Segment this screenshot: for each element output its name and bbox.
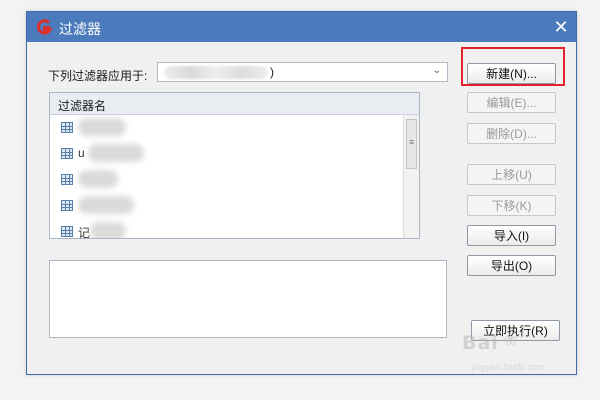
table-icon bbox=[61, 122, 73, 133]
watermark: Bai ❀ jingyan.baidu.com bbox=[462, 332, 574, 382]
list-rows: u 记 bbox=[50, 115, 403, 238]
list-item[interactable] bbox=[50, 167, 403, 193]
table-icon bbox=[61, 174, 73, 185]
table-icon bbox=[61, 200, 73, 211]
edit-filter-button[interactable]: 编辑(E)... bbox=[467, 92, 556, 113]
list-item[interactable]: 记 bbox=[50, 219, 403, 238]
list-item-label: 记 bbox=[78, 226, 91, 238]
close-icon: ✕ bbox=[553, 16, 569, 37]
grip-icon: ≡ bbox=[409, 137, 415, 147]
watermark-brand: Bai bbox=[462, 332, 499, 354]
export-button[interactable]: 导出(O) bbox=[467, 255, 556, 276]
window-title: 过滤器 bbox=[59, 21, 101, 37]
list-item-label: u bbox=[78, 146, 85, 160]
close-button[interactable]: ✕ bbox=[546, 12, 576, 42]
apply-to-select[interactable]: ) ⌄ bbox=[157, 62, 448, 82]
move-down-button[interactable]: 下移(K) bbox=[467, 195, 556, 216]
list-item[interactable] bbox=[50, 193, 403, 219]
redacted-text bbox=[164, 66, 268, 79]
highlight-annotation bbox=[461, 47, 565, 86]
import-button[interactable]: 导入(I) bbox=[467, 225, 556, 246]
filter-dialog: 过滤器 ✕ 下列过滤器应用于: ) ⌄ 过滤器名 u 记 ≡ 新建(N)... … bbox=[26, 11, 577, 375]
chevron-down-icon: ⌄ bbox=[432, 65, 441, 76]
watermark-subtitle: jingyan.baidu.com bbox=[472, 362, 545, 372]
redacted-text bbox=[78, 170, 118, 188]
filter-list[interactable]: 过滤器名 u 记 ≡ bbox=[49, 92, 420, 239]
table-icon bbox=[61, 148, 73, 159]
app-logo-icon bbox=[36, 19, 53, 35]
redacted-text bbox=[90, 222, 126, 238]
redacted-text bbox=[78, 196, 134, 214]
list-item[interactable]: u bbox=[50, 141, 403, 167]
scrollbar-thumb[interactable]: ≡ bbox=[406, 119, 417, 169]
column-header-filter-name: 过滤器名 bbox=[58, 99, 107, 113]
list-header: 过滤器名 bbox=[50, 93, 419, 115]
filter-description-box bbox=[49, 260, 447, 338]
redacted-text bbox=[78, 118, 126, 136]
delete-filter-button[interactable]: 删除(D)... bbox=[467, 123, 556, 144]
paw-icon: ❀ bbox=[504, 332, 518, 349]
apply-to-label: 下列过滤器应用于: bbox=[48, 69, 148, 83]
table-icon bbox=[61, 226, 73, 237]
move-up-button[interactable]: 上移(U) bbox=[467, 164, 556, 185]
apply-to-value: ) bbox=[270, 65, 274, 79]
title-bar: 过滤器 ✕ bbox=[27, 12, 576, 42]
redacted-text bbox=[88, 144, 144, 162]
list-item[interactable] bbox=[50, 115, 403, 141]
list-scrollbar[interactable]: ≡ bbox=[403, 115, 419, 238]
